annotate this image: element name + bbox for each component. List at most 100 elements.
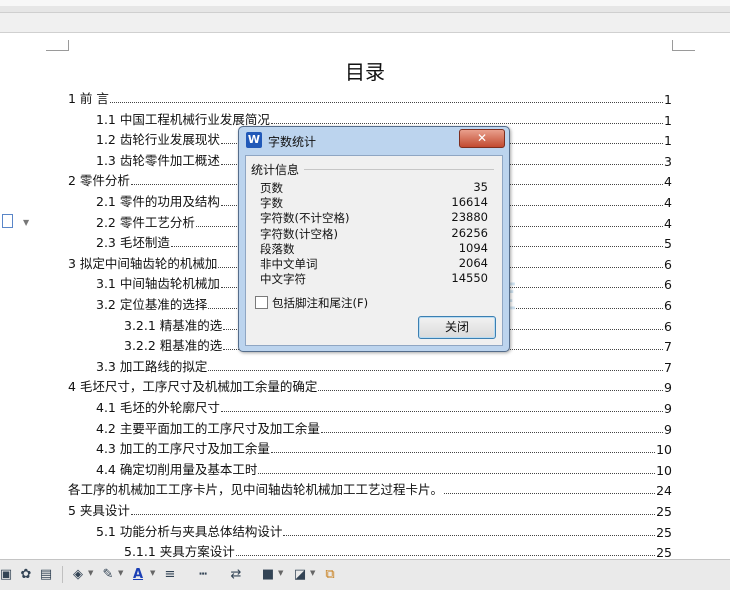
- toc-page-number: 1: [664, 112, 672, 128]
- toc-entry[interactable]: 4.1 毛坯的外轮廓尺寸 9: [96, 398, 672, 416]
- chevron-down-icon[interactable]: ▼: [118, 569, 123, 577]
- toc-entry-text: 1.2 齿轮行业发展现状: [96, 132, 220, 148]
- toc-entry[interactable]: 5.1.1 夹具方案设计 25: [124, 542, 672, 560]
- toc-page-number: 4: [664, 174, 672, 190]
- toc-page-number: 5: [664, 236, 672, 252]
- toc-page-number: 6: [664, 277, 672, 293]
- toc-entry-text: 3.1 中间轴齿轮机械加: [96, 276, 220, 292]
- fill-color-icon[interactable]: ◈: [70, 567, 86, 582]
- stat-label: 段落数: [260, 241, 295, 256]
- toc-entry-text: 4 毛坯尺寸，工序尺寸及机械加工余量的确定: [68, 379, 318, 395]
- toc-entry-text: 各工序的机械加工工序卡片，见中间轴齿轮机械加工工艺过程卡片。: [68, 482, 444, 498]
- toc-entry[interactable]: 4.4 确定切削用量及基本工时 10: [96, 460, 672, 478]
- toc-entry-text: 4.2 主要平面加工的工序尺寸及加工余量: [96, 420, 320, 436]
- toc-leader-dots: [270, 122, 663, 124]
- toc-page-number: 6: [664, 318, 672, 334]
- stat-value: 23880: [451, 210, 488, 225]
- crop-mark-top-right: [672, 40, 695, 51]
- toolbar-separator: [62, 566, 63, 583]
- toc-entry-text: 5 夹具设计: [68, 503, 130, 518]
- toc-entry-text: 3 拟定中间轴齿轮的机械加: [68, 255, 218, 271]
- include-footnotes-checkbox[interactable]: [255, 296, 268, 309]
- toc-leader-dots: [258, 472, 656, 474]
- dialog-titlebar[interactable]: W 字数统计 ✕: [239, 127, 509, 153]
- toc-page-number: 9: [664, 421, 672, 437]
- toc-leader-dots: [320, 431, 663, 433]
- font-color-icon[interactable]: A: [130, 567, 146, 582]
- toc-entry-text: 1.3 齿轮零件加工概述: [96, 152, 220, 168]
- shadow-icon[interactable]: ■: [260, 567, 276, 582]
- toc-entry-text: 2.3 毛坯制造: [96, 235, 170, 251]
- close-icon[interactable]: ✕: [459, 129, 505, 148]
- toc-page-number: 1: [664, 133, 672, 149]
- include-footnotes-label[interactable]: 包括脚注和尾注(F): [272, 295, 368, 311]
- line-style-icon[interactable]: ≡: [162, 567, 178, 582]
- side-document-icon[interactable]: ▼: [2, 214, 29, 230]
- toc-leader-dots: [130, 513, 656, 515]
- toc-entry[interactable]: 3.3 加工路线的拟定 7: [96, 357, 672, 375]
- group-divider: [304, 169, 494, 170]
- toc-page-number: 7: [664, 359, 672, 375]
- toc-entry-text: 5.1 功能分析与夹具总体结构设计: [96, 523, 283, 539]
- stat-value: 1094: [458, 240, 488, 255]
- toc-entry[interactable]: 5.1 功能分析与夹具总体结构设计 25: [96, 522, 672, 540]
- line-color-icon[interactable]: ✎: [100, 567, 116, 582]
- stat-row: 页数 35: [260, 180, 488, 195]
- toc-leader-dots: [444, 492, 656, 495]
- close-button[interactable]: 关闭: [418, 316, 496, 339]
- dialog-title: 字数统计: [268, 135, 317, 149]
- stat-value: 26256: [451, 225, 488, 240]
- toc-entry-text: 1.1 中国工程机械行业发展简况: [96, 111, 270, 127]
- toc-entry-text: 1 前 言: [68, 91, 109, 106]
- 3d-icon[interactable]: ◪: [292, 567, 308, 582]
- picture-icon[interactable]: ▣: [0, 567, 14, 582]
- toc-page-number: 25: [656, 524, 672, 540]
- arrange-icon[interactable]: ⧉: [322, 567, 338, 582]
- toc-page-number: 10: [656, 442, 672, 458]
- toc-entry-text: 3.3 加工路线的拟定: [96, 358, 208, 374]
- toc-page-number: 4: [664, 195, 672, 210]
- document-icon: [2, 214, 13, 228]
- toc-page-number: 7: [664, 339, 672, 355]
- toc-page-number: 9: [664, 401, 672, 416]
- toc-entry[interactable]: 4 毛坯尺寸，工序尺寸及机械加工余量的确定 9: [68, 377, 672, 395]
- stat-value: 2064: [458, 256, 488, 270]
- toc-entry-text: 3.2 定位基准的选择: [96, 297, 208, 312]
- stat-row: 段落数 1094: [260, 241, 488, 256]
- arrow-style-icon[interactable]: ⇄: [228, 567, 244, 582]
- toc-leader-dots: [208, 369, 663, 371]
- toc-entry-text: 2 零件分析: [68, 173, 130, 189]
- document-title: 目录: [345, 60, 385, 84]
- toc-entry[interactable]: 1 前 言 1: [68, 89, 672, 107]
- clip-art-icon[interactable]: ✿: [18, 567, 34, 582]
- toc-leader-dots: [283, 534, 656, 536]
- stat-label: 字符数(计空格): [260, 226, 338, 241]
- toc-entry[interactable]: 4.3 加工的工序尺寸及加工余量 10: [96, 439, 672, 457]
- chevron-down-icon[interactable]: ▼: [310, 569, 315, 577]
- toc-page-number: 10: [656, 462, 672, 478]
- toc-entry[interactable]: 5 夹具设计 25: [68, 501, 672, 519]
- drawing-toolbar: ▣ ✿ ▤ ◈ ▼ ✎ ▼ A ▼ ≡ ┅ ⇄ ■ ▼ ◪ ▼ ⧉: [0, 559, 730, 590]
- page-edge: [0, 32, 730, 33]
- top-bar: [0, 0, 730, 13]
- textbox-icon[interactable]: ▤: [38, 567, 54, 582]
- toc-entry-text: 3.2.2 粗基准的选: [124, 338, 223, 354]
- toc-entry[interactable]: 1.1 中国工程机械行业发展简况 1: [96, 110, 672, 128]
- toc-page-number: 6: [664, 298, 672, 313]
- toc-page-number: 25: [656, 504, 672, 519]
- dash-style-icon[interactable]: ┅: [195, 567, 211, 582]
- toc-page-number: 1: [664, 92, 672, 107]
- stat-label: 字数: [260, 196, 283, 211]
- toc-page-number: 3: [664, 153, 672, 169]
- group-label: 统计信息: [251, 161, 304, 178]
- toc-leader-dots: [109, 101, 663, 103]
- toc-page-number: 4: [664, 215, 672, 231]
- chevron-down-icon[interactable]: ▼: [278, 569, 283, 577]
- chevron-down-icon[interactable]: ▼: [88, 569, 93, 577]
- toc-page-number: 24: [656, 483, 672, 499]
- chevron-down-icon[interactable]: ▼: [150, 569, 155, 577]
- toc-entry[interactable]: 各工序的机械加工工序卡片，见中间轴齿轮机械加工工艺过程卡片。 24: [68, 480, 672, 498]
- stat-row: 非中文单词 2064: [260, 256, 488, 271]
- toc-entry[interactable]: 4.2 主要平面加工的工序尺寸及加工余量 9: [96, 419, 672, 437]
- toc-leader-dots: [318, 389, 663, 392]
